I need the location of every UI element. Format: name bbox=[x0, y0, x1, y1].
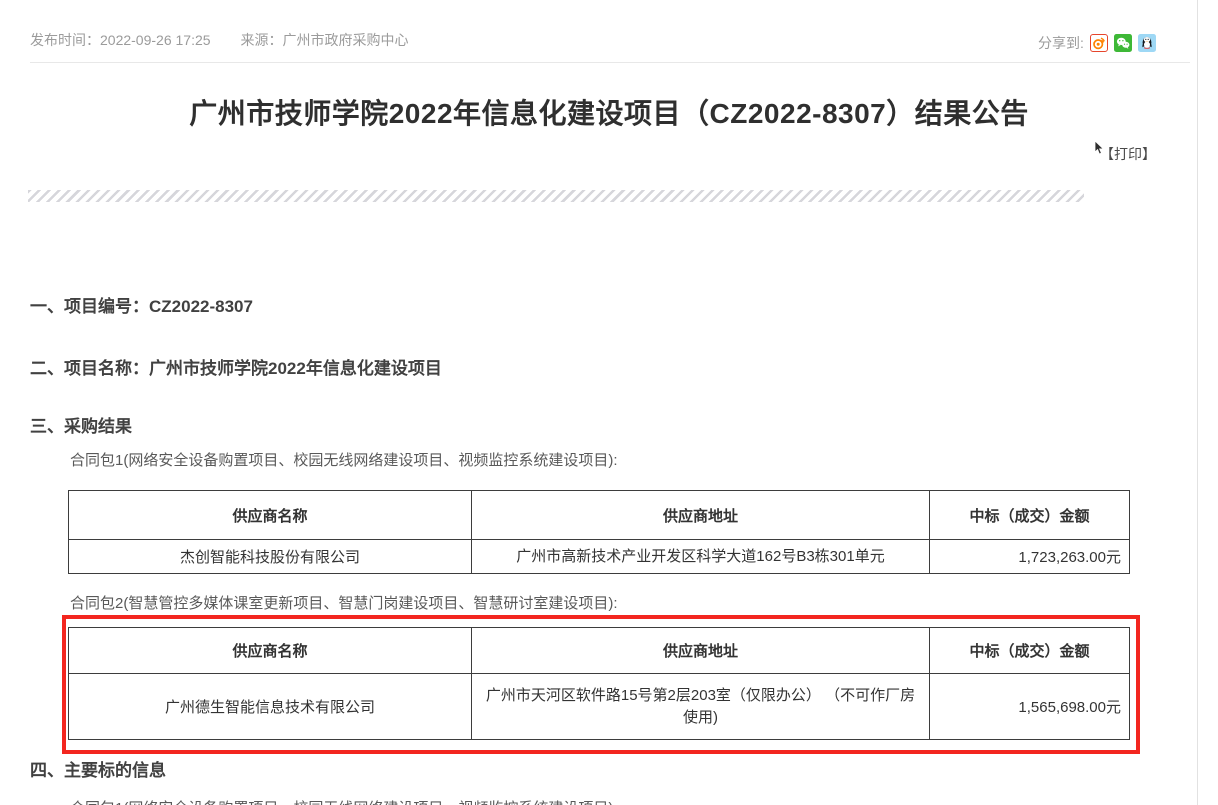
package1-intro: 合同包1(网络安全设备购置项目、校园无线网络建设项目、视频监控系统建设项目): bbox=[70, 449, 618, 470]
table-row: 广州德生智能信息技术有限公司 广州市天河区软件路15号第2层203室（仅限办公）… bbox=[69, 674, 1130, 740]
header-supplier-name: 供应商名称 bbox=[69, 628, 472, 674]
package1-result-table: 供应商名称 供应商地址 中标（成交）金额 杰创智能科技股份有限公司 广州市高新技… bbox=[68, 490, 1130, 574]
bottom-clipped-text: 合同包1(网络安全设备购置项目、校园无线网络建设项目、视频监控系统建设项目): bbox=[70, 797, 618, 805]
header-supplier-address: 供应商地址 bbox=[472, 628, 930, 674]
publish-time: 发布时间：2022-09-26 17:25 bbox=[30, 30, 211, 50]
source-value: 广州市政府采购中心 bbox=[283, 32, 409, 48]
share-label: 分享到: bbox=[1038, 33, 1084, 53]
wechat-share-icon[interactable] bbox=[1114, 34, 1132, 52]
page-right-border bbox=[1197, 0, 1198, 805]
header-divider bbox=[30, 62, 1190, 63]
qq-share-icon[interactable] bbox=[1138, 34, 1156, 52]
section-procurement-result: 三、采购结果 bbox=[30, 412, 132, 437]
package2-result-table: 供应商名称 供应商地址 中标（成交）金额 广州德生智能信息技术有限公司 广州市天… bbox=[68, 627, 1130, 740]
header-supplier-name: 供应商名称 bbox=[69, 491, 472, 540]
publish-time-value: 2022-09-26 17:25 bbox=[100, 32, 211, 48]
table-row: 杰创智能科技股份有限公司 广州市高新技术产业开发区科学大道162号B3栋301单… bbox=[69, 540, 1130, 574]
header-award-amount: 中标（成交）金额 bbox=[930, 491, 1130, 540]
share-area: 分享到: bbox=[1038, 33, 1156, 53]
award-amount-cell: 1,723,263.00元 bbox=[930, 540, 1130, 574]
supplier-name-cell: 杰创智能科技股份有限公司 bbox=[69, 540, 472, 574]
supplier-name-cell: 广州德生智能信息技术有限公司 bbox=[69, 674, 472, 740]
section-project-number: 一、项目编号：CZ2022-8307 bbox=[30, 292, 253, 317]
package2-intro: 合同包2(智慧管控多媒体课室更新项目、智慧门岗建设项目、智慧研讨室建设项目): bbox=[70, 592, 618, 613]
header-award-amount: 中标（成交）金额 bbox=[930, 628, 1130, 674]
publish-time-label: 发布时间： bbox=[30, 32, 100, 48]
source: 来源：广州市政府采购中心 bbox=[241, 30, 409, 50]
meta-row: 发布时间：2022-09-26 17:25 来源：广州市政府采购中心 bbox=[30, 30, 409, 50]
supplier-address-cell: 广州市天河区软件路15号第2层203室（仅限办公） （不可作厂房使用) bbox=[472, 674, 930, 740]
table-header-row: 供应商名称 供应商地址 中标（成交）金额 bbox=[69, 628, 1130, 674]
source-label: 来源： bbox=[241, 32, 283, 48]
announcement-page: 发布时间：2022-09-26 17:25 来源：广州市政府采购中心 分享到: bbox=[0, 0, 1218, 805]
page-title: 广州市技师学院2022年信息化建设项目（CZ2022-8307）结果公告 bbox=[14, 92, 1204, 132]
print-button[interactable]: 【打印】 bbox=[1100, 144, 1156, 164]
header-supplier-address: 供应商地址 bbox=[472, 491, 930, 540]
section-main-subject-info: 四、主要标的信息 bbox=[30, 756, 166, 781]
weibo-share-icon[interactable] bbox=[1090, 34, 1108, 52]
supplier-address-cell: 广州市高新技术产业开发区科学大道162号B3栋301单元 bbox=[472, 540, 930, 574]
table-header-row: 供应商名称 供应商地址 中标（成交）金额 bbox=[69, 491, 1130, 540]
hatched-divider bbox=[28, 190, 1084, 202]
section-project-name: 二、项目名称：广州市技师学院2022年信息化建设项目 bbox=[30, 354, 442, 379]
award-amount-cell: 1,565,698.00元 bbox=[930, 674, 1130, 740]
